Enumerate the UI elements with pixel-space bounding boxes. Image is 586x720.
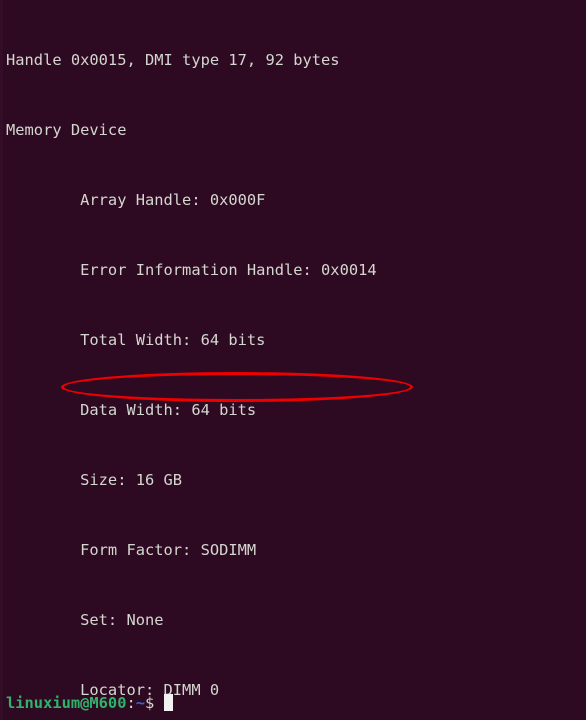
output-line: Memory Device xyxy=(6,120,127,139)
text-cursor[interactable] xyxy=(163,694,173,711)
shell-prompt[interactable]: linuxium@M600:~$ xyxy=(6,692,173,715)
output-line: Data Width: 64 bits xyxy=(6,400,257,419)
output-line: Array Handle: 0x000F xyxy=(6,190,266,209)
output-line: Error Information Handle: 0x0014 xyxy=(6,260,377,279)
output-line: Total Width: 64 bits xyxy=(6,330,266,349)
prompt-separator: : xyxy=(126,694,136,712)
output-line: Set: None xyxy=(6,610,164,629)
terminal-output: Handle 0x0015, DMI type 17, 92 bytes Mem… xyxy=(6,2,584,720)
terminal-window[interactable]: Handle 0x0015, DMI type 17, 92 bytes Mem… xyxy=(0,0,586,720)
prompt-symbol: $ xyxy=(145,694,155,712)
output-line: Size: 16 GB xyxy=(6,470,183,489)
prompt-user-host: linuxium@M600 xyxy=(6,694,127,712)
output-line: Handle 0x0015, DMI type 17, 92 bytes xyxy=(6,50,340,69)
terminal-left-edge xyxy=(0,0,3,720)
prompt-path: ~ xyxy=(135,694,146,712)
output-line: Form Factor: SODIMM xyxy=(6,540,257,559)
